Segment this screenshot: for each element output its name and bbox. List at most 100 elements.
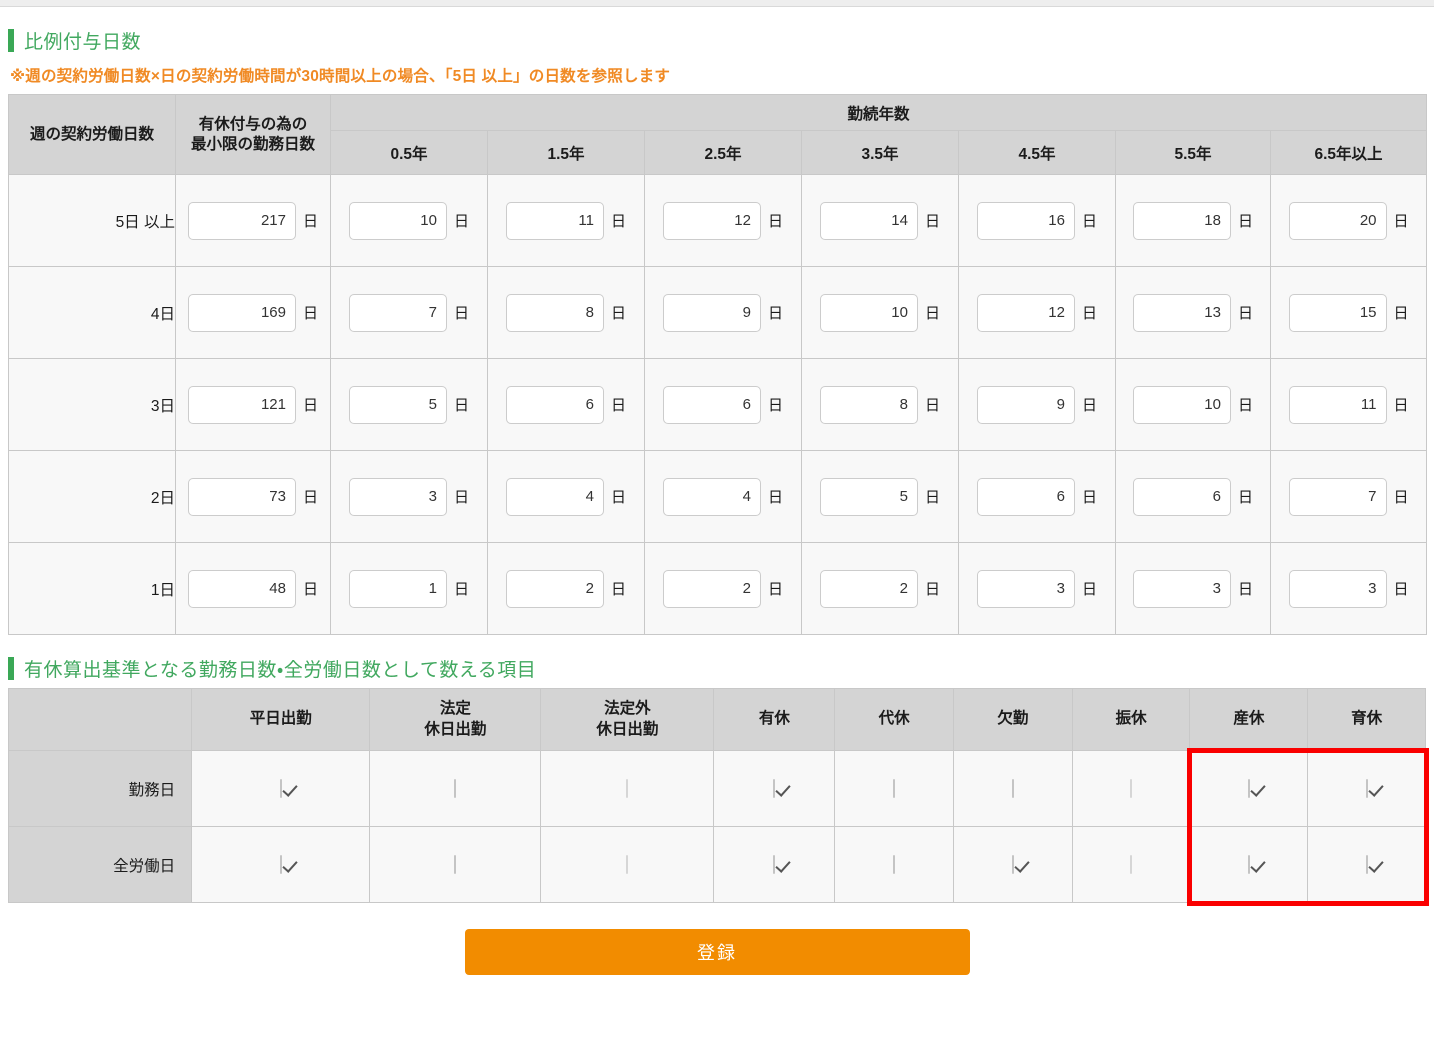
checkbox-全労働日-col2[interactable] [626, 855, 629, 875]
checkbox-全労働日-col3[interactable] [773, 855, 776, 875]
checkbox-全労働日-col5[interactable] [1011, 855, 1014, 875]
unit-label-day: 日 [302, 581, 318, 598]
column-header-line1: 法定 [439, 700, 471, 718]
unit-label-day: 日 [924, 581, 940, 598]
grant-days-input-r4-y6[interactable] [1288, 569, 1387, 608]
grant-days-input-r4-y0[interactable] [348, 569, 447, 608]
counting-cell [540, 826, 715, 903]
checkbox-勤務日-col2[interactable] [626, 779, 629, 799]
grant-days-input-r2-y3-cell: 日 [801, 358, 959, 451]
grant-days-input-r2-y0[interactable] [348, 385, 447, 424]
checkbox-全労働日-col1[interactable] [454, 855, 457, 875]
checkbox-全労働日-col7[interactable] [1247, 855, 1250, 875]
grant-days-input-r0-y5-cell: 日 [1115, 174, 1271, 267]
unit-label-day: 日 [767, 213, 783, 230]
grant-days-input-r2-y3[interactable] [819, 385, 918, 424]
grant-days-input-r4-y5-cell: 日 [1115, 542, 1271, 635]
grant-days-input-r1-y6[interactable] [1288, 293, 1387, 332]
unit-label-day: 日 [1237, 213, 1253, 230]
unit-label-day: 日 [1393, 489, 1409, 506]
grant-days-input-r0-y5[interactable] [1132, 201, 1231, 240]
grant-days-input-r1-y0[interactable] [348, 293, 447, 332]
checkbox-勤務日-col3[interactable] [773, 779, 776, 799]
checkbox-勤務日-col8[interactable] [1365, 779, 1368, 799]
grant-days-input-r1-y4[interactable] [976, 293, 1075, 332]
grant-days-input-r3-y0[interactable] [348, 477, 447, 516]
unit-label-day: 日 [610, 489, 626, 506]
grant-days-input-r4-y3[interactable] [819, 569, 918, 608]
min-work-days-input-row3[interactable] [187, 477, 296, 516]
counting-cell [834, 826, 954, 903]
min-work-days-input-row3-cell: 日 [175, 450, 331, 543]
grant-days-input-r0-y4[interactable] [976, 201, 1075, 240]
column-header-line2: 休日出勤 [424, 720, 487, 738]
min-work-days-input-row0[interactable] [187, 201, 296, 240]
unit-label-day: 日 [767, 489, 783, 506]
grant-days-input-r4-y4[interactable] [976, 569, 1075, 608]
grant-days-input-r0-y0-cell: 日 [330, 174, 488, 267]
counting-column-header-7: 産休 [1189, 688, 1309, 751]
counting-column-header-0: 平日出勤 [191, 688, 371, 751]
grant-days-input-r2-y2[interactable] [662, 385, 761, 424]
grant-days-input-r4-y6-cell: 日 [1269, 542, 1428, 635]
grant-days-input-r2-y1-cell: 日 [487, 358, 645, 451]
grant-days-input-r3-y5-cell: 日 [1115, 450, 1271, 543]
checkbox-全労働日-col4[interactable] [893, 855, 896, 875]
grant-days-input-r1-y2[interactable] [662, 293, 761, 332]
counting-cell [1189, 750, 1309, 827]
checkbox-勤務日-col4[interactable] [893, 779, 896, 799]
counting-column-header-8: 育休 [1307, 688, 1426, 751]
min-work-days-input-row4[interactable] [187, 569, 296, 608]
unit-label-day: 日 [1081, 305, 1097, 322]
unit-label-day: 日 [1237, 305, 1253, 322]
grant-days-input-r0-y2-cell: 日 [644, 174, 802, 267]
min-work-days-input-row2[interactable] [187, 385, 296, 424]
table-row: 3日 日 日 日 日 日 日 日 日 [8, 358, 1428, 451]
grant-days-input-r0-y0[interactable] [348, 201, 447, 240]
checkbox-勤務日-col5[interactable] [1011, 779, 1014, 799]
register-button[interactable]: 登録 [464, 929, 970, 975]
grant-days-input-r2-y6[interactable] [1288, 385, 1387, 424]
counting-row: 全労働日 [7, 826, 1426, 903]
grant-days-input-r0-y3-cell: 日 [801, 174, 959, 267]
grant-days-input-r0-y3[interactable] [819, 201, 918, 240]
proportional-grant-body: 5日 以上日日日日日日日日4日日日日日日日日日3日日日日日日日日日2日日日日日日… [8, 174, 1428, 635]
unit-label-day: 日 [610, 397, 626, 414]
grant-days-input-r3-y4[interactable] [976, 477, 1075, 516]
grant-days-input-r3-y0-cell: 日 [330, 450, 488, 543]
grant-days-input-r3-y5[interactable] [1132, 477, 1231, 516]
grant-days-input-r2-y5[interactable] [1132, 385, 1231, 424]
unit-label-day: 日 [302, 397, 318, 414]
grant-days-input-r4-y5[interactable] [1132, 569, 1231, 608]
grant-days-input-r1-y1[interactable] [505, 293, 604, 332]
checkbox-勤務日-col7[interactable] [1247, 779, 1250, 799]
checkbox-全労働日-col8[interactable] [1365, 855, 1368, 875]
checkbox-全労働日-col0[interactable] [279, 855, 282, 875]
unit-label-day: 日 [767, 581, 783, 598]
grant-days-input-r3-y6[interactable] [1288, 477, 1387, 516]
grant-days-input-r4-y2[interactable] [662, 569, 761, 608]
grant-days-input-r3-y2[interactable] [662, 477, 761, 516]
unit-label-day: 日 [610, 581, 626, 598]
grant-days-input-r2-y4[interactable] [976, 385, 1075, 424]
grant-days-input-r1-y5[interactable] [1132, 293, 1231, 332]
grant-days-input-r2-y1[interactable] [505, 385, 604, 424]
grant-days-input-r0-y1[interactable] [505, 201, 604, 240]
checkbox-勤務日-col1[interactable] [454, 779, 457, 799]
checkbox-全労働日-col6[interactable] [1130, 855, 1133, 875]
grant-days-input-r0-y6[interactable] [1288, 201, 1387, 240]
min-work-days-input-row1[interactable] [187, 293, 296, 332]
grant-days-input-r2-y6-cell: 日 [1269, 358, 1428, 451]
grant-days-input-r4-y1[interactable] [505, 569, 604, 608]
column-header-line1: 育休 [1351, 710, 1383, 728]
checkbox-勤務日-col0[interactable] [279, 779, 282, 799]
checkbox-勤務日-col6[interactable] [1130, 779, 1133, 799]
grant-days-input-r3-y1[interactable] [505, 477, 604, 516]
counting-cell [1307, 750, 1426, 827]
grant-days-input-r1-y3[interactable] [819, 293, 918, 332]
grant-days-input-r3-y3[interactable] [819, 477, 918, 516]
unit-label-day: 日 [1393, 397, 1409, 414]
grant-days-input-r0-y2[interactable] [662, 201, 761, 240]
submit-row: 登録 [8, 929, 1426, 975]
header-year-5: 5.5年 [1115, 130, 1271, 175]
